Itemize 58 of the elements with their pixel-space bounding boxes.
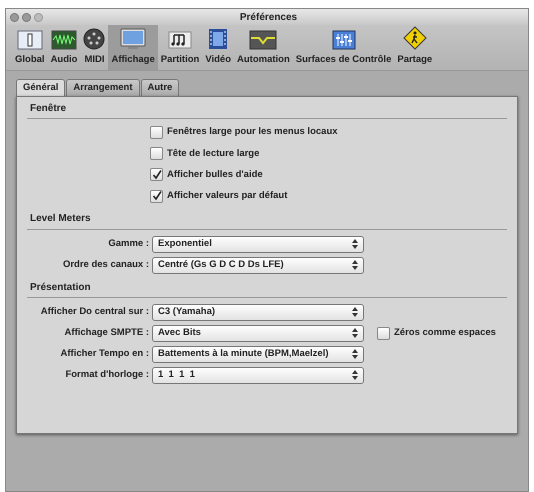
film-strip-icon	[208, 28, 228, 50]
toolbar-button[interactable]: Audio	[48, 25, 80, 70]
toolbar-button[interactable]: Affichage	[108, 25, 158, 70]
checkmark-icon	[152, 170, 162, 180]
tab[interactable]: Général	[16, 79, 66, 96]
checkbox-label: Tête de lecture large	[167, 146, 260, 160]
popup-menu[interactable]: Centré (Gs G D C D Ds LFE)	[152, 256, 364, 274]
popup-menu[interactable]: C3 (Yamaha)	[152, 304, 364, 321]
midi-connector-icon	[83, 28, 106, 50]
popup-menu[interactable]: 1 1 1 1	[152, 366, 364, 384]
field-label: Afficher Tempo en :	[60, 347, 149, 362]
up-down-arrows-icon	[352, 260, 358, 270]
minimize-button[interactable]	[22, 12, 31, 22]
section-heading: Présentation	[30, 282, 91, 292]
up-down-arrows-icon	[352, 307, 358, 318]
checkbox[interactable]	[150, 126, 163, 139]
popup-menu[interactable]: Battements à la minute (BPM,Maelzel)	[152, 346, 364, 363]
toolbar-button[interactable]: Vidéo	[202, 25, 234, 70]
checkbox[interactable]	[150, 147, 163, 160]
up-down-arrows-icon	[352, 328, 358, 338]
toolbar-button[interactable]: MIDI	[80, 25, 108, 70]
field-label: Afficher Do central sur :	[40, 305, 149, 320]
checkmark-icon	[152, 191, 162, 202]
popup-menu[interactable]: Avec Bits	[152, 324, 364, 342]
pedestrian-sign-icon	[402, 26, 427, 50]
checkbox-label: Afficher bulles d'aide	[167, 168, 263, 182]
close-button[interactable]	[10, 12, 19, 22]
monitor-icon	[120, 28, 146, 50]
field-label: Format d'horloge :	[64, 368, 149, 382]
toolbar-button[interactable]: Partage	[394, 25, 436, 70]
waveform-icon	[51, 30, 78, 50]
toolbar-button[interactable]: Automation	[234, 25, 293, 70]
section-heading: Fenêtre	[30, 103, 66, 114]
checkbox-label: Fenêtres large pour les menus locaux	[167, 125, 338, 140]
checkbox[interactable]	[377, 326, 390, 340]
checkbox[interactable]	[150, 168, 163, 182]
tab[interactable]: Arrangement	[66, 79, 140, 96]
checkbox-label: Zéros comme espaces	[394, 326, 496, 340]
zoom-button[interactable]	[34, 12, 43, 22]
toolbar-button[interactable]: Global	[12, 25, 48, 70]
checkbox-label: Afficher valeurs par défaut	[167, 189, 288, 203]
field-label: Gamme :	[107, 236, 149, 251]
field-label: Ordre des canaux :	[62, 258, 149, 272]
field-label: Affichage SMPTE :	[64, 326, 149, 340]
section-heading: Level Meters	[30, 213, 91, 224]
up-down-arrows-icon	[352, 370, 358, 380]
checkbox[interactable]	[150, 190, 163, 203]
popup-menu[interactable]: Exponentiel	[152, 236, 364, 252]
tab[interactable]: Autre	[140, 79, 180, 96]
automation-curve-icon	[249, 30, 278, 50]
window-title: Préférences	[238, 10, 298, 24]
toolbar-button[interactable]: Partition	[158, 25, 202, 70]
mixer-faders-icon	[332, 30, 356, 50]
up-down-arrows-icon	[352, 349, 358, 360]
slider-icon	[16, 30, 43, 50]
up-down-arrows-icon	[352, 239, 358, 249]
toolbar-button[interactable]: Surfaces de Contrôle	[292, 25, 394, 70]
music-notes-icon	[168, 30, 192, 50]
